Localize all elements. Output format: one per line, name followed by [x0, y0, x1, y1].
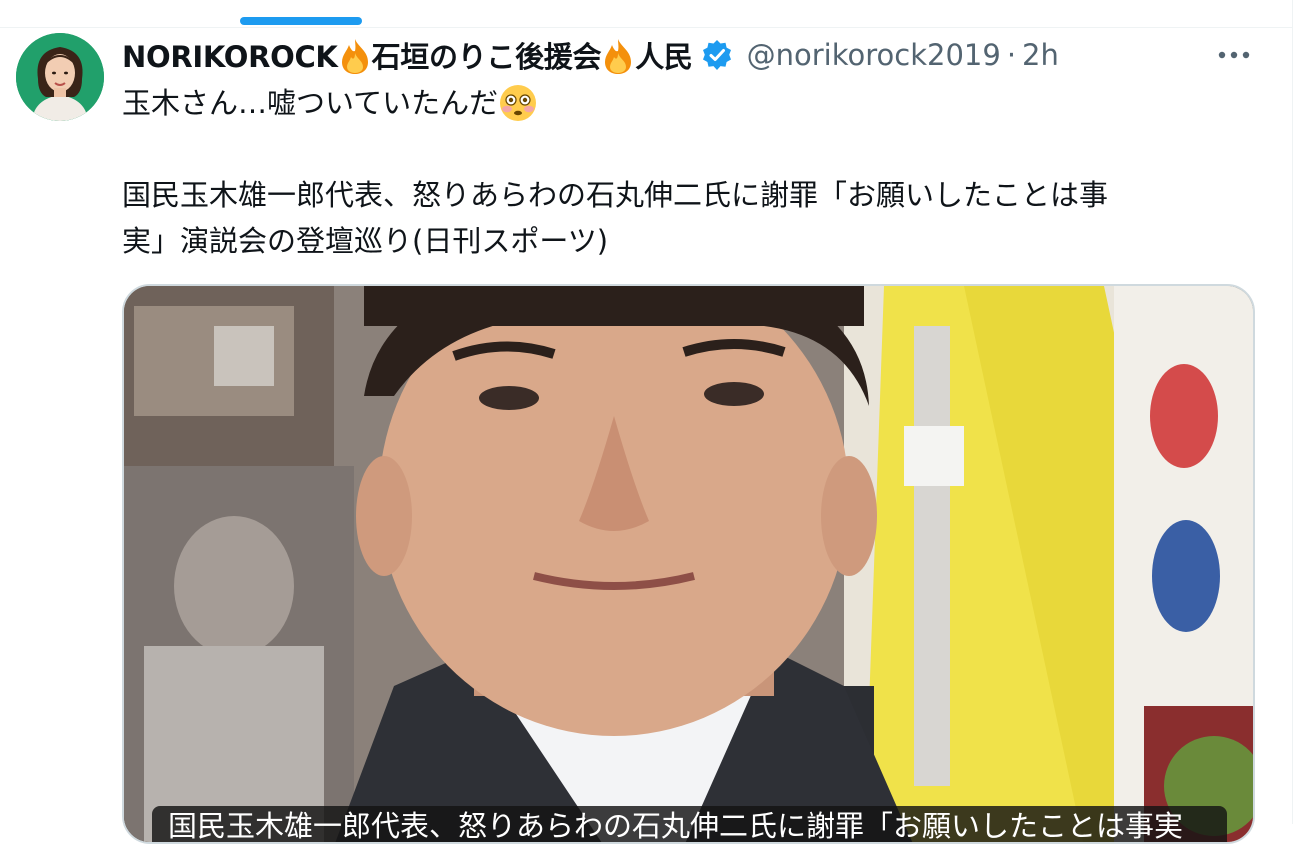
display-name[interactable]: NORIKOROCK 石垣のりこ後援会 人民: [122, 34, 693, 76]
news-photo: [124, 286, 1253, 842]
tweet-text-line2: 国民玉木雄一郎代表、怒りあらわの石丸伸二氏に謝罪「お願いしたことは事: [122, 178, 1109, 212]
verified-badge-icon: [701, 39, 733, 71]
column-border: [1292, 0, 1293, 824]
fire-icon: [601, 37, 635, 75]
avatar[interactable]: [16, 33, 104, 121]
tweet-text-line3: 実」演説会の登壇巡り(日刊スポーツ): [122, 224, 609, 258]
display-name-part2: 石垣のりこ後援会: [371, 40, 602, 74]
display-name-part1: NORIKOROCK: [122, 40, 338, 74]
tweet-text: 玉木さん…嘘ついていたんだ 国民玉木雄一郎代表、怒りあらわの石丸伸二氏に謝罪「お…: [122, 80, 1262, 264]
flushed-face-icon: [498, 83, 538, 123]
tweet-header: NORIKOROCK 石垣のりこ後援会 人民 @norikorock2019 · 2…: [122, 32, 1272, 78]
timestamp[interactable]: 2h: [1022, 38, 1059, 72]
link-card-media[interactable]: 国民玉木雄一郎代表、怒りあらわの石丸伸二氏に謝罪「お願いしたことは事実: [122, 284, 1255, 844]
top-strip: [0, 0, 1293, 28]
tweet-text-line1: 玉木さん…嘘ついていたんだ: [122, 86, 499, 120]
more-icon[interactable]: [1214, 40, 1254, 70]
fire-icon: [338, 37, 372, 75]
author-handle[interactable]: @norikorock2019: [747, 38, 1001, 72]
separator-dot: ·: [1006, 38, 1017, 72]
media-caption: 国民玉木雄一郎代表、怒りあらわの石丸伸二氏に謝罪「お願いしたことは事実: [152, 806, 1227, 842]
display-name-part3: 人民: [635, 40, 693, 74]
active-tab-indicator: [240, 17, 362, 25]
